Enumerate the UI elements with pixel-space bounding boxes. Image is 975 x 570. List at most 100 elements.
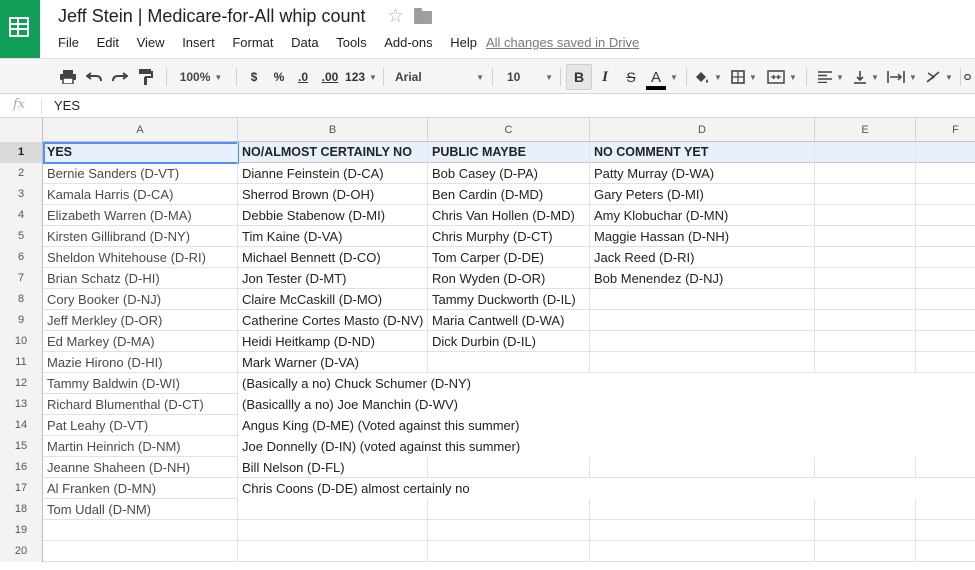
- cell-e20[interactable]: [815, 541, 916, 562]
- cell-b16[interactable]: Bill Nelson (D-FL): [238, 457, 428, 478]
- text-wrap-button[interactable]: ▼: [884, 59, 920, 95]
- cell-e1[interactable]: [815, 142, 916, 163]
- folder-icon[interactable]: [414, 8, 432, 24]
- row-header[interactable]: 4: [0, 205, 43, 226]
- row-header[interactable]: 5: [0, 226, 43, 247]
- cell-e8[interactable]: [815, 289, 916, 310]
- horizontal-align-button[interactable]: ▼: [814, 59, 848, 95]
- cell-e7[interactable]: [815, 268, 916, 289]
- cell-f4[interactable]: [916, 205, 975, 226]
- cell-b6[interactable]: Michael Bennett (D-CO): [238, 247, 428, 268]
- cell-d1[interactable]: NO COMMENT YET: [590, 142, 815, 163]
- cell-e9[interactable]: [815, 310, 916, 331]
- cell-b13[interactable]: (Basicallly a no) Joe Manchin (D-WV): [238, 394, 975, 415]
- cell-e2[interactable]: [815, 163, 916, 184]
- column-header-e[interactable]: E: [815, 118, 916, 142]
- cell-c1[interactable]: PUBLIC MAYBE: [428, 142, 590, 163]
- undo-icon[interactable]: [84, 59, 104, 95]
- cell-f1[interactable]: [916, 142, 975, 163]
- cell-b3[interactable]: Sherrod Brown (D-OH): [238, 184, 428, 205]
- cell-e18[interactable]: [815, 499, 916, 520]
- cell-f16[interactable]: [916, 457, 975, 478]
- cell-a19[interactable]: [43, 520, 238, 541]
- cell-c18[interactable]: [428, 499, 590, 520]
- cell-e4[interactable]: [815, 205, 916, 226]
- column-header-f[interactable]: F: [916, 118, 975, 142]
- cell-b14[interactable]: Angus King (D-ME) (Voted against this su…: [238, 415, 975, 436]
- cell-c10[interactable]: Dick Durbin (D-IL): [428, 331, 590, 352]
- cell-b8[interactable]: Claire McCaskill (D-MO): [238, 289, 428, 310]
- column-header-d[interactable]: D: [590, 118, 815, 142]
- save-status-link[interactable]: All changes saved in Drive: [486, 35, 639, 50]
- row-header[interactable]: 15: [0, 436, 43, 457]
- cell-b19[interactable]: [238, 520, 428, 541]
- cell-d5[interactable]: Maggie Hassan (D-NH): [590, 226, 815, 247]
- cell-f2[interactable]: [916, 163, 975, 184]
- cell-b12[interactable]: (Basically a no) Chuck Schumer (D-NY): [238, 373, 975, 394]
- cell-e11[interactable]: [815, 352, 916, 373]
- cell-a9[interactable]: Jeff Merkley (D-OR): [43, 310, 238, 331]
- italic-button[interactable]: I: [596, 59, 614, 95]
- cell-b15[interactable]: Joe Donnelly (D-IN) (voted against this …: [238, 436, 975, 457]
- menu-addons[interactable]: Add-ons: [384, 35, 432, 50]
- star-icon[interactable]: ☆: [387, 5, 404, 28]
- cell-f8[interactable]: [916, 289, 975, 310]
- cell-f9[interactable]: [916, 310, 975, 331]
- cell-a5[interactable]: Kirsten Gillibrand (D-NY): [43, 226, 238, 247]
- cell-b10[interactable]: Heidi Heitkamp (D-ND): [238, 331, 428, 352]
- cell-f18[interactable]: [916, 499, 975, 520]
- column-header-a[interactable]: A: [43, 118, 238, 142]
- cell-e19[interactable]: [815, 520, 916, 541]
- cell-a1[interactable]: YES: [43, 142, 238, 163]
- cell-d6[interactable]: Jack Reed (D-RI): [590, 247, 815, 268]
- borders-button[interactable]: ▼: [728, 59, 760, 95]
- row-header[interactable]: 14: [0, 415, 43, 436]
- cell-f11[interactable]: [916, 352, 975, 373]
- cell-d11[interactable]: [590, 352, 815, 373]
- cell-b9[interactable]: Catherine Cortes Masto (D-NV): [238, 310, 428, 331]
- cell-a2[interactable]: Bernie Sanders (D-VT): [43, 163, 238, 184]
- cell-d3[interactable]: Gary Peters (D-MI): [590, 184, 815, 205]
- cell-d9[interactable]: [590, 310, 815, 331]
- row-header[interactable]: 11: [0, 352, 43, 373]
- formula-input[interactable]: YES: [54, 98, 80, 113]
- row-header[interactable]: 10: [0, 331, 43, 352]
- cell-c7[interactable]: Ron Wyden (D-OR): [428, 268, 590, 289]
- row-header[interactable]: 19: [0, 520, 43, 541]
- menu-insert[interactable]: Insert: [182, 35, 215, 50]
- column-header-b[interactable]: B: [238, 118, 428, 142]
- row-header[interactable]: 13: [0, 394, 43, 415]
- cell-d4[interactable]: Amy Klobuchar (D-MN): [590, 205, 815, 226]
- menu-view[interactable]: View: [137, 35, 165, 50]
- print-icon[interactable]: [58, 59, 78, 95]
- font-family-select[interactable]: Arial ▼: [392, 59, 488, 95]
- cell-f3[interactable]: [916, 184, 975, 205]
- cell-b4[interactable]: Debbie Stabenow (D-MI): [238, 205, 428, 226]
- menu-data[interactable]: Data: [291, 35, 318, 50]
- cell-c4[interactable]: Chris Van Hollen (D-MD): [428, 205, 590, 226]
- row-header[interactable]: 20: [0, 541, 43, 562]
- cell-a6[interactable]: Sheldon Whitehouse (D-RI): [43, 247, 238, 268]
- font-size-select[interactable]: 10 ▼: [500, 59, 556, 95]
- cell-b17[interactable]: Chris Coons (D-DE) almost certainly no: [238, 478, 975, 499]
- menu-tools[interactable]: Tools: [336, 35, 366, 50]
- cell-a20[interactable]: [43, 541, 238, 562]
- cell-b20[interactable]: [238, 541, 428, 562]
- document-title[interactable]: Jeff Stein | Medicare-for-All whip count: [58, 6, 365, 27]
- cell-d2[interactable]: Patty Murray (D-WA): [590, 163, 815, 184]
- menu-help[interactable]: Help: [450, 35, 477, 50]
- decrease-decimal-button[interactable]: .0: [294, 59, 312, 95]
- row-header[interactable]: 18: [0, 499, 43, 520]
- bold-button[interactable]: B: [566, 64, 592, 90]
- cell-d10[interactable]: [590, 331, 815, 352]
- cell-a11[interactable]: Mazie Hirono (D-HI): [43, 352, 238, 373]
- cell-d18[interactable]: [590, 499, 815, 520]
- currency-format-button[interactable]: $: [246, 59, 262, 95]
- cell-b11[interactable]: Mark Warner (D-VA): [238, 352, 428, 373]
- cell-c16[interactable]: [428, 457, 590, 478]
- cell-c3[interactable]: Ben Cardin (D-MD): [428, 184, 590, 205]
- row-header[interactable]: 8: [0, 289, 43, 310]
- cell-c11[interactable]: [428, 352, 590, 373]
- percent-format-button[interactable]: %: [270, 59, 288, 95]
- row-header[interactable]: 16: [0, 457, 43, 478]
